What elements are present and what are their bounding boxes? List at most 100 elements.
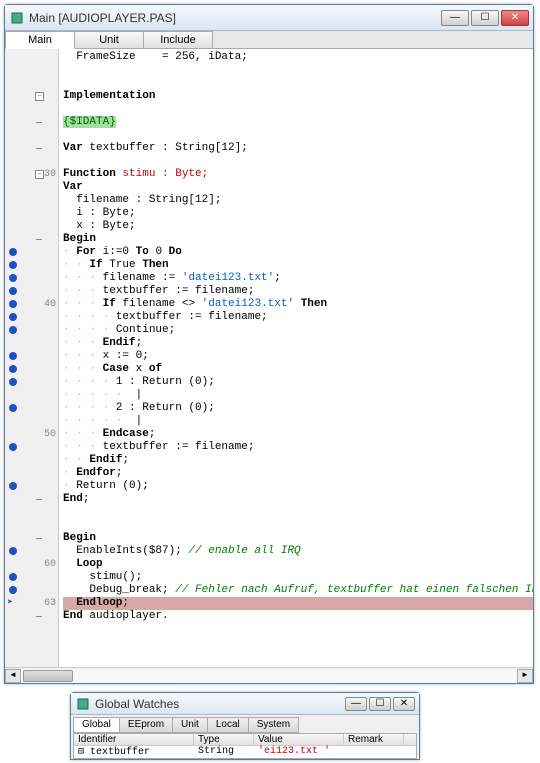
fold-toggle[interactable]: − xyxy=(35,170,44,179)
code-line[interactable]: · · If True Then xyxy=(63,259,533,272)
gutter-row[interactable] xyxy=(5,103,58,116)
code-line[interactable] xyxy=(63,77,533,90)
gutter-row[interactable] xyxy=(5,363,58,376)
gutter-row[interactable] xyxy=(5,233,58,246)
code-line[interactable]: · · · · 1 : Return (0); xyxy=(63,376,533,389)
breakpoint-icon[interactable] xyxy=(9,352,17,360)
code-line[interactable]: · Return (0); xyxy=(63,480,533,493)
fold-toggle[interactable]: − xyxy=(35,92,44,101)
code-line[interactable] xyxy=(63,155,533,168)
gutter-row[interactable] xyxy=(5,376,58,389)
col-value[interactable]: Value xyxy=(254,734,344,745)
gutter-row[interactable] xyxy=(5,311,58,324)
code-line[interactable]: Loop xyxy=(63,558,533,571)
code-line[interactable]: stimu(); xyxy=(63,571,533,584)
gutter-row[interactable] xyxy=(5,259,58,272)
gutter-row[interactable] xyxy=(5,51,58,64)
gutter-row[interactable] xyxy=(5,454,58,467)
code-line[interactable]: · · · Endcase; xyxy=(63,428,533,441)
gutter-row[interactable] xyxy=(5,441,58,454)
breakpoint-icon[interactable] xyxy=(9,313,17,321)
gutter-row[interactable] xyxy=(5,545,58,558)
code-line[interactable]: End; xyxy=(63,493,533,506)
gutter-row[interactable] xyxy=(5,194,58,207)
code-line[interactable] xyxy=(63,103,533,116)
gutter-row[interactable] xyxy=(5,337,58,350)
gutter-row[interactable]: 50 xyxy=(5,428,58,441)
watches-maximize-button[interactable]: ☐ xyxy=(369,697,391,711)
gutter-row[interactable] xyxy=(5,519,58,532)
gutter-row[interactable] xyxy=(5,584,58,597)
gutter-row[interactable]: − xyxy=(5,90,58,103)
code-line[interactable] xyxy=(63,506,533,519)
scroll-track[interactable] xyxy=(21,669,517,683)
gutter-row[interactable] xyxy=(5,571,58,584)
tab-main[interactable]: Main xyxy=(5,31,75,49)
gutter-row[interactable] xyxy=(5,532,58,545)
watches-close-button[interactable]: ✕ xyxy=(393,697,415,711)
gutter-row[interactable] xyxy=(5,610,58,623)
code-line[interactable]: Begin xyxy=(63,233,533,246)
code-line[interactable] xyxy=(63,129,533,142)
breakpoint-icon[interactable] xyxy=(9,274,17,282)
gutter-row[interactable] xyxy=(5,207,58,220)
gutter-row[interactable] xyxy=(5,350,58,363)
gutter-row[interactable] xyxy=(5,129,58,142)
tab-include[interactable]: Include xyxy=(143,31,213,48)
scroll-right-button[interactable]: ► xyxy=(517,669,533,683)
code-line[interactable]: · · · If filename <> 'datei123.txt' Then xyxy=(63,298,533,311)
gutter-row[interactable]: 40 xyxy=(5,298,58,311)
watch-tab-global[interactable]: Global xyxy=(73,717,120,733)
breakpoint-icon[interactable] xyxy=(9,443,17,451)
code-line[interactable]: · · · · Continue; xyxy=(63,324,533,337)
code-line[interactable]: Var xyxy=(63,181,533,194)
gutter-row[interactable] xyxy=(5,493,58,506)
breakpoint-icon[interactable] xyxy=(9,300,17,308)
code-line[interactable]: Debug_break; // Fehler nach Aufruf, text… xyxy=(63,584,533,597)
breakpoint-icon[interactable] xyxy=(9,586,17,594)
code-line[interactable]: · For i:=0 To 0 Do xyxy=(63,246,533,259)
gutter-row[interactable] xyxy=(5,155,58,168)
code-line[interactable]: · · Endif; xyxy=(63,454,533,467)
breakpoint-icon[interactable] xyxy=(9,365,17,373)
code-line[interactable]: · · · textbuffer := filename; xyxy=(63,285,533,298)
code-line[interactable]: EnableInts($87); // enable all IRQ xyxy=(63,545,533,558)
gutter-row[interactable] xyxy=(5,77,58,90)
watch-row[interactable]: ⊟ textbuffer String 'ei123.txt ' xyxy=(74,746,416,759)
code-view[interactable]: FrameSize = 256, iData;Implementation{$I… xyxy=(59,49,533,667)
code-line[interactable]: · Endfor; xyxy=(63,467,533,480)
close-button[interactable]: ✕ xyxy=(501,10,529,26)
watch-tab-system[interactable]: System xyxy=(248,717,299,733)
gutter-row[interactable]: −30 xyxy=(5,168,58,181)
gutter-row[interactable]: ➤63 xyxy=(5,597,58,610)
breakpoint-icon[interactable] xyxy=(9,248,17,256)
gutter-row[interactable] xyxy=(5,506,58,519)
watch-tab-unit[interactable]: Unit xyxy=(172,717,208,733)
gutter-row[interactable] xyxy=(5,246,58,259)
code-line[interactable] xyxy=(63,519,533,532)
code-line[interactable]: Begin xyxy=(63,532,533,545)
gutter-row[interactable] xyxy=(5,272,58,285)
gutter-row[interactable] xyxy=(5,402,58,415)
code-line[interactable]: Function stimu : Byte; xyxy=(63,168,533,181)
col-type[interactable]: Type xyxy=(194,734,254,745)
breakpoint-icon[interactable] xyxy=(9,378,17,386)
minimize-button[interactable]: — xyxy=(441,10,469,26)
gutter-row[interactable]: 60 xyxy=(5,558,58,571)
watch-grid[interactable]: Identifier Type Value Remark ⊟ textbuffe… xyxy=(73,733,417,759)
gutter-row[interactable] xyxy=(5,142,58,155)
code-line[interactable]: {$IDATA} xyxy=(63,116,533,129)
code-line[interactable]: · · · · 2 : Return (0); xyxy=(63,402,533,415)
gutter-row[interactable] xyxy=(5,181,58,194)
code-line[interactable]: · · · Case x of xyxy=(63,363,533,376)
main-titlebar[interactable]: Main [AUDIOPLAYER.PAS] — ☐ ✕ xyxy=(5,5,533,31)
gutter-row[interactable] xyxy=(5,389,58,402)
code-line[interactable]: · · · · textbuffer := filename; xyxy=(63,311,533,324)
maximize-button[interactable]: ☐ xyxy=(471,10,499,26)
breakpoint-icon[interactable] xyxy=(9,287,17,295)
gutter-row[interactable] xyxy=(5,415,58,428)
watches-titlebar[interactable]: Global Watches — ☐ ✕ xyxy=(71,693,419,715)
watch-tab-local[interactable]: Local xyxy=(207,717,249,733)
code-line[interactable]: filename : String[12]; xyxy=(63,194,533,207)
code-line[interactable] xyxy=(63,64,533,77)
